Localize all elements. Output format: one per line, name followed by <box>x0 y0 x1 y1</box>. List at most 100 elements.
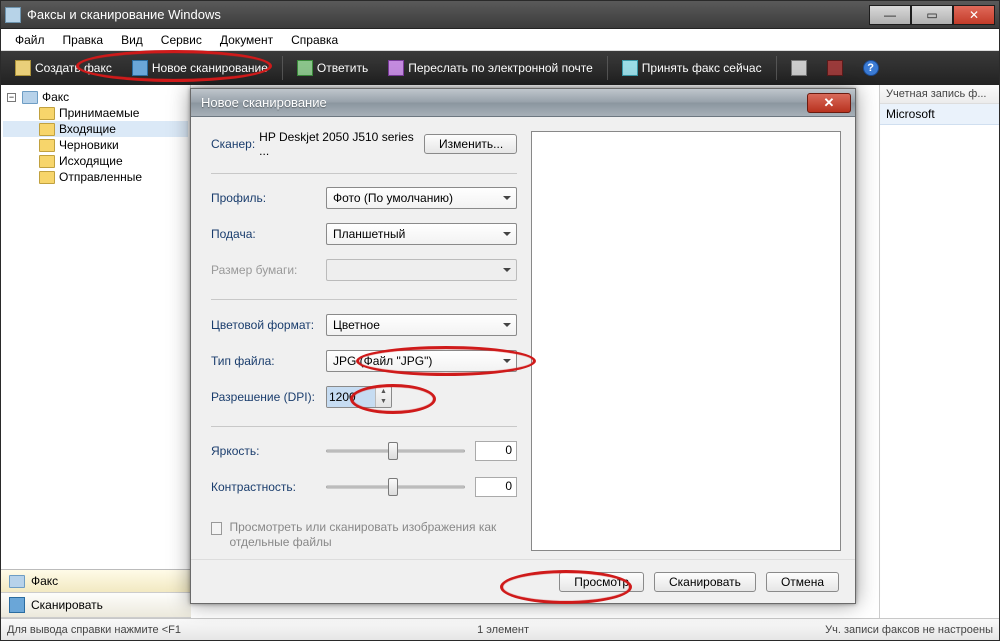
folder-tree: − Факс Принимаемые Входящие Черновики Ис… <box>1 85 191 640</box>
tree-item-inbox[interactable]: Входящие <box>3 121 188 137</box>
forward-icon <box>388 60 404 76</box>
menu-view[interactable]: Вид <box>113 31 151 49</box>
brightness-label: Яркость: <box>211 444 326 458</box>
source-combo[interactable]: Планшетный <box>326 223 517 245</box>
forward-button[interactable]: Переслать по электронной почте <box>380 57 601 79</box>
spin-down-icon[interactable]: ▼ <box>376 397 391 407</box>
nav-switcher: Факс Сканировать <box>1 569 191 618</box>
cancel-button[interactable]: Отмена <box>766 572 839 592</box>
dialog-close-button[interactable]: ✕ <box>807 93 851 113</box>
fax-icon <box>9 575 25 588</box>
tree-item-label: Исходящие <box>59 154 123 168</box>
contrast-label: Контрастность: <box>211 480 326 494</box>
dpi-field[interactable] <box>327 387 375 407</box>
accounts-header: Учетная запись ф... <box>880 85 999 104</box>
tree-item-label: Отправленные <box>59 170 142 184</box>
dpi-label: Разрешение (DPI): <box>211 390 326 404</box>
spin-up-icon[interactable]: ▲ <box>376 387 391 397</box>
create-fax-label: Создать факс <box>35 61 112 75</box>
nav-scan-label: Сканировать <box>31 598 103 612</box>
window-titlebar: Факсы и сканирование Windows — ▭ ✕ <box>1 1 999 29</box>
window-minimize-button[interactable]: — <box>869 5 911 25</box>
folder-icon <box>22 91 38 104</box>
nav-scan-button[interactable]: Сканировать <box>1 593 191 618</box>
print-button[interactable] <box>783 57 815 79</box>
scan-button[interactable]: Сканировать <box>654 572 756 592</box>
dialog-title: Новое сканирование <box>201 95 807 110</box>
delete-icon <box>827 60 843 76</box>
profile-label: Профиль: <box>211 191 326 205</box>
menu-edit[interactable]: Правка <box>55 31 112 49</box>
toolbar: Создать факс Новое сканирование Ответить… <box>1 51 999 85</box>
accounts-panel: Учетная запись ф... Microsoft <box>879 85 999 640</box>
new-scan-button[interactable]: Новое сканирование <box>124 57 276 79</box>
profile-combo[interactable]: Фото (По умолчанию) <box>326 187 517 209</box>
menu-document[interactable]: Документ <box>212 31 281 49</box>
paper-size-label: Размер бумаги: <box>211 263 326 277</box>
contrast-slider[interactable] <box>326 476 465 498</box>
preview-button[interactable]: Просмотр <box>559 572 644 592</box>
slider-thumb[interactable] <box>388 478 398 496</box>
delete-button[interactable] <box>819 57 851 79</box>
accounts-value[interactable]: Microsoft <box>880 104 999 125</box>
color-format-label: Цветовой формат: <box>211 318 326 332</box>
create-fax-button[interactable]: Создать факс <box>7 57 120 79</box>
toolbar-separator <box>607 56 608 80</box>
change-scanner-button[interactable]: Изменить... <box>424 134 517 154</box>
folder-icon <box>39 171 55 184</box>
brightness-slider[interactable] <box>326 440 465 462</box>
profile-value: Фото (По умолчанию) <box>333 191 453 205</box>
window-title: Факсы и сканирование Windows <box>27 7 869 22</box>
dpi-input[interactable]: ▲▼ <box>326 386 392 408</box>
tree-item-outgoing[interactable]: Исходящие <box>3 153 188 169</box>
menu-help[interactable]: Справка <box>283 31 346 49</box>
brightness-value: 0 <box>475 441 517 461</box>
scanner-name: HP Deskjet 2050 J510 series ... <box>259 130 424 158</box>
contrast-value: 0 <box>475 477 517 497</box>
collapse-icon[interactable]: − <box>7 93 16 102</box>
receive-icon <box>622 60 638 76</box>
app-icon <box>5 7 21 23</box>
separate-files-label: Просмотреть или сканировать изображения … <box>230 520 518 551</box>
tree-item-receiving[interactable]: Принимаемые <box>3 105 188 121</box>
tree-root-fax[interactable]: − Факс <box>3 89 188 105</box>
tree-item-label: Черновики <box>59 138 119 152</box>
file-type-value: JPG (Файл "JPG") <box>333 354 432 368</box>
tree-item-drafts[interactable]: Черновики <box>3 137 188 153</box>
folder-icon <box>39 123 55 136</box>
menu-service[interactable]: Сервис <box>153 31 210 49</box>
scanner-label: Сканер: <box>211 137 255 151</box>
color-format-combo[interactable]: Цветное <box>326 314 517 336</box>
folder-icon <box>39 155 55 168</box>
fax-icon <box>15 60 31 76</box>
nav-fax-label: Факс <box>31 574 58 588</box>
window-close-button[interactable]: ✕ <box>953 5 995 25</box>
toolbar-separator <box>776 56 777 80</box>
receive-fax-button[interactable]: Принять факс сейчас <box>614 57 770 79</box>
window-maximize-button[interactable]: ▭ <box>911 5 953 25</box>
nav-fax-button[interactable]: Факс <box>1 570 191 593</box>
paper-size-combo <box>326 259 517 281</box>
status-bar: Для вывода справки нажмите <F1 1 элемент… <box>1 618 999 640</box>
reply-button[interactable]: Ответить <box>289 57 376 79</box>
file-type-combo[interactable]: JPG (Файл "JPG") <box>326 350 517 372</box>
reply-icon <box>297 60 313 76</box>
help-button[interactable]: ? <box>855 57 887 79</box>
tree-item-label: Принимаемые <box>59 106 139 120</box>
dpi-spinner[interactable]: ▲▼ <box>375 387 391 407</box>
help-icon: ? <box>863 60 879 76</box>
folder-icon <box>39 107 55 120</box>
tree-item-sent[interactable]: Отправленные <box>3 169 188 185</box>
menu-bar: Файл Правка Вид Сервис Документ Справка <box>1 29 999 51</box>
forward-label: Переслать по электронной почте <box>408 61 593 75</box>
dialog-titlebar: Новое сканирование ✕ <box>191 89 855 117</box>
status-help-text: Для вывода справки нажмите <F1 <box>7 624 181 636</box>
color-format-value: Цветное <box>333 318 380 332</box>
tree-root-label: Факс <box>42 90 69 104</box>
scanner-icon <box>132 60 148 76</box>
menu-file[interactable]: Файл <box>7 31 53 49</box>
slider-thumb[interactable] <box>388 442 398 460</box>
folder-icon <box>39 139 55 152</box>
reply-label: Ответить <box>317 61 368 75</box>
separate-files-checkbox[interactable] <box>211 522 222 535</box>
